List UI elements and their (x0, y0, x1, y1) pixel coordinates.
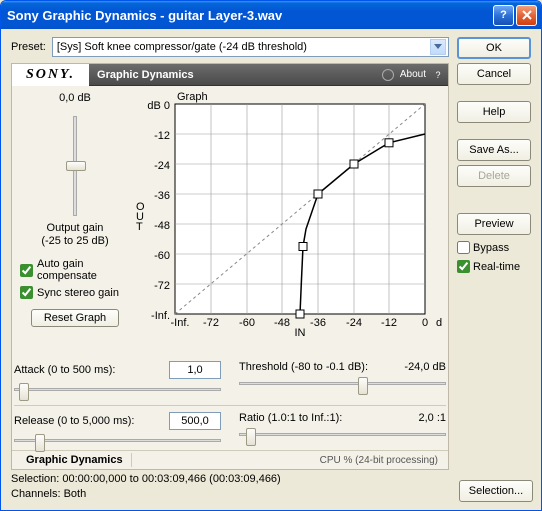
svg-text:-12: -12 (381, 317, 397, 329)
preset-label: Preset: (11, 41, 46, 53)
ratio-label: Ratio (1.0:1 to Inf.:1): (239, 412, 412, 424)
attack-slider[interactable] (14, 379, 221, 399)
chevron-down-icon[interactable] (430, 39, 446, 55)
about-link[interactable]: About (400, 69, 426, 80)
titlebar[interactable]: Sony Graphic Dynamics - guitar Layer-3.w… (1, 1, 541, 29)
svg-text:-24: -24 (346, 317, 362, 329)
realtime-checkbox[interactable]: Real-time (457, 260, 531, 273)
cpu-info: CPU % (24-bit processing) (320, 455, 442, 466)
svg-text:-48: -48 (274, 317, 290, 329)
threshold-value: -24,0 dB (404, 361, 446, 373)
threshold-slider[interactable] (239, 373, 446, 393)
question-icon[interactable]: ? (432, 69, 444, 81)
attack-input[interactable] (169, 361, 221, 379)
delete-button: Delete (457, 165, 531, 187)
release-label: Release (0 to 5,000 ms): (14, 415, 163, 427)
release-input[interactable] (169, 412, 221, 430)
threshold-label: Threshold (-80 to -0.1 dB): (239, 361, 398, 373)
save-as-button[interactable]: Save As... (457, 139, 531, 161)
in-axis-label: IN (295, 327, 306, 338)
svg-text:dB 0: dB 0 (147, 100, 170, 112)
svg-text:-60: -60 (154, 250, 170, 262)
svg-text:-60: -60 (239, 317, 255, 329)
svg-text:-36: -36 (310, 317, 326, 329)
graph-title: Graph (177, 91, 208, 103)
ring-icon (382, 69, 394, 81)
ratio-slider[interactable] (239, 424, 446, 444)
dynamics-graph[interactable]: Graph dB 0 -12 -24 -36 -48 -60 -72 (132, 90, 440, 338)
svg-text:-72: -72 (203, 317, 219, 329)
release-slider[interactable] (14, 430, 221, 450)
preset-value: [Sys] Soft knee compressor/gate (-24 dB … (57, 41, 307, 53)
close-icon[interactable] (516, 5, 537, 26)
reset-graph-button[interactable]: Reset Graph (31, 309, 119, 327)
brand-logo: SONY. (12, 64, 89, 86)
ratio-value: 2,0 :1 (418, 412, 446, 424)
window-title: Sony Graphic Dynamics - guitar Layer-3.w… (7, 8, 491, 23)
preview-button[interactable]: Preview (457, 213, 531, 235)
output-gain-slider[interactable] (73, 116, 77, 216)
bypass-checkbox[interactable]: Bypass (457, 241, 531, 254)
help-button[interactable]: Help (457, 101, 531, 123)
svg-text:-48: -48 (154, 220, 170, 232)
svg-text:-Inf.: -Inf. (151, 310, 170, 322)
selection-button[interactable]: Selection... (459, 480, 533, 502)
svg-text:-72: -72 (154, 280, 170, 292)
svg-text:T: T (136, 221, 143, 233)
panel-title: Graphic Dynamics (89, 69, 382, 81)
preset-combo[interactable]: [Sys] Soft knee compressor/gate (-24 dB … (52, 37, 449, 57)
svg-text:-12: -12 (154, 130, 170, 142)
panel-header: SONY. Graphic Dynamics About ? (12, 64, 448, 86)
help-icon[interactable]: ? (493, 5, 514, 26)
svg-text:-24: -24 (154, 160, 170, 172)
sync-stereo-checkbox[interactable]: Sync stereo gain (20, 286, 134, 299)
slider-thumb[interactable] (66, 161, 86, 171)
footer-tab[interactable]: Graphic Dynamics (18, 453, 132, 467)
auto-gain-checkbox[interactable]: Auto gain compensate (20, 258, 134, 282)
cancel-button[interactable]: Cancel (457, 63, 531, 85)
output-gain-value: 0,0 dB (59, 92, 91, 104)
svg-text:-36: -36 (154, 190, 170, 202)
ok-button[interactable]: OK (457, 37, 531, 59)
attack-label: Attack (0 to 500 ms): (14, 364, 163, 376)
svg-text:0: 0 (422, 317, 428, 329)
output-gain-label: Output gain(-25 to 25 dB) (41, 222, 108, 248)
svg-text:-Inf.: -Inf. (171, 317, 190, 329)
svg-text:dB: dB (436, 317, 442, 329)
selection-info: Selection: 00:00:00,000 to 00:03:09,466 … (11, 472, 281, 502)
